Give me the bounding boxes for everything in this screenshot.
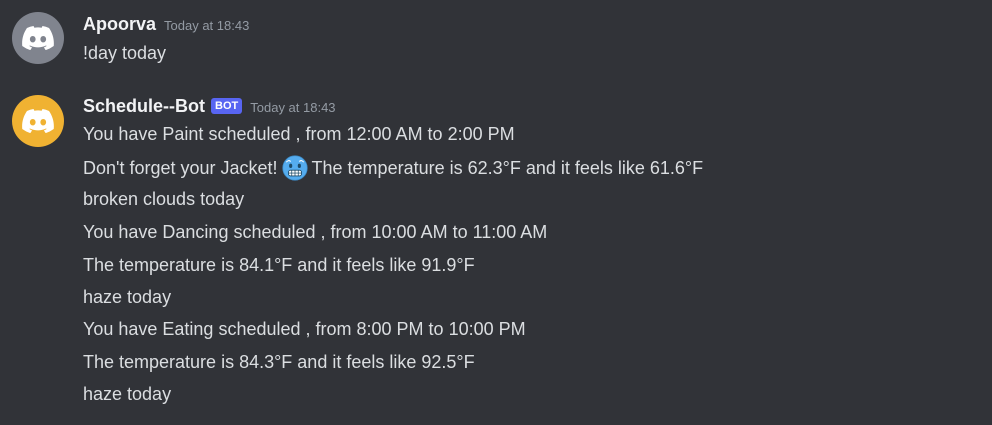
cold-face-emoji[interactable] <box>281 155 308 181</box>
username-schedule-bot[interactable]: Schedule--Bot <box>83 96 205 117</box>
message-text: You have Eating scheduled , from 8:00 PM… <box>83 319 526 339</box>
timestamp[interactable]: Today at 18:43 <box>250 100 335 115</box>
bot-tag: BOT <box>211 98 243 114</box>
message-text-part: The temperature is 62.3°F and it feels l… <box>311 158 704 178</box>
message-text: You have Paint scheduled , from 12:00 AM… <box>83 124 515 144</box>
discord-logo-icon <box>22 109 54 133</box>
chat-messages: Apoorva Today at 18:43 !day today Schedu… <box>0 0 992 425</box>
message-schedule-bot: Schedule--Bot BOT Today at 18:43 You hav… <box>0 0 992 425</box>
message-text: Don't forget your Jacket! The temperatur… <box>83 155 703 181</box>
message-text: haze today <box>83 287 172 307</box>
message-text: broken clouds today <box>83 189 245 209</box>
message-text: You have Dancing scheduled , from 10:00 … <box>83 222 548 242</box>
message-text: haze today <box>83 384 172 404</box>
message-text-part: Don't forget your Jacket! <box>83 158 278 178</box>
avatar-schedule-bot[interactable] <box>12 95 64 147</box>
message-text: The temperature is 84.1°F and it feels l… <box>83 255 475 275</box>
message-text: The temperature is 84.3°F and it feels l… <box>83 352 475 372</box>
